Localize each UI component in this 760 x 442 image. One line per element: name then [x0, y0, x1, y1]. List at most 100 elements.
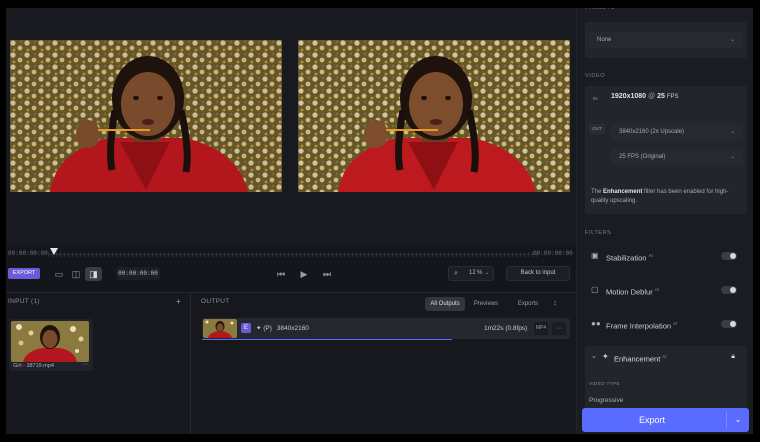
input-panel: INPUT (1) + Girl - 38719.mp4 ···: [6, 292, 190, 434]
output-thumbnail: [203, 319, 237, 338]
zoom-control[interactable]: ⌕ 12 % ⌄: [448, 266, 494, 281]
input-at: @: [648, 93, 656, 100]
chevron-down-icon: ⌄: [729, 154, 735, 160]
filter-label: Motion Deblur AI: [606, 287, 659, 297]
input-file-card[interactable]: Girl - 38719.mp4 ···: [9, 319, 93, 371]
timeline-track[interactable]: [48, 254, 538, 255]
export-button[interactable]: Export ⌄: [582, 408, 749, 432]
output-resolution: 3840x2160: [276, 325, 309, 332]
timeline-end-time: 00:00:00:00: [533, 250, 573, 257]
tab-previews[interactable]: Previews: [467, 297, 505, 311]
ai-sparkle-icon: ✦: [256, 325, 262, 332]
timeline: 00:00:00:00 00:00:00:00 EXPORT ▭ ◫ ◨ 00:…: [6, 244, 576, 292]
screen-frame-right: [753, 0, 760, 442]
input-thumbnail-image: [11, 321, 89, 362]
chevron-down-icon[interactable]: ⌄: [730, 408, 746, 432]
video-type-value[interactable]: Progressive: [589, 397, 623, 404]
enhancement-card: ⌄ ✦ Enhancement AI 🔒︎ VIDEO TYPE Progress…: [585, 346, 747, 412]
add-input-button[interactable]: +: [176, 297, 181, 306]
preset-dropdown[interactable]: None ⌄: [589, 32, 743, 48]
note-bold: Enhancement: [603, 189, 643, 195]
output-panel: OUTPUT All Outputs Previews Exports ↕ E …: [190, 292, 576, 434]
enhancement-header[interactable]: ⌄ ✦ Enhancement AI 🔒︎: [585, 346, 747, 368]
output-format-badge[interactable]: MP4: [534, 322, 548, 335]
motion-deblur-icon: ▢: [591, 285, 599, 294]
input-video-info: 1920x1080 @ 25 FPS: [611, 93, 678, 100]
stabilization-icon: ▣: [591, 251, 599, 260]
output-duration: 1m22s (0.8fps): [484, 325, 528, 332]
zoom-icon: ⌕: [454, 270, 458, 277]
filter-frame-interpolation[interactable]: ●● Frame Interpolation AI: [585, 312, 747, 336]
output-tag: OUT: [589, 124, 605, 134]
input-video-frame: [10, 40, 282, 192]
note-prefix: The: [591, 189, 602, 195]
settings-sidebar: PRESETS None ⌄ VIDEO IN 1920x1080 @ 25 F…: [576, 5, 753, 434]
play-icon[interactable]: ▶: [297, 267, 311, 281]
input-thumbnail: [11, 321, 89, 362]
export-button-label: Export: [638, 415, 665, 425]
tab-exports[interactable]: Exports: [509, 297, 547, 311]
input-file-name: Girl - 38719.mp4: [13, 363, 54, 369]
enhancement-sparkle-icon: ✦: [602, 352, 609, 361]
output-resolution-dropdown[interactable]: 3840x2160 (2x Upscale) ⌄: [611, 124, 743, 140]
screen-frame-left: [0, 0, 6, 442]
input-fps-unit: FPS: [666, 94, 679, 100]
video-section-label: VIDEO: [585, 73, 606, 79]
input-tag: IN: [593, 96, 598, 101]
side-by-side-view-icon[interactable]: ◨: [85, 267, 102, 281]
sort-icon[interactable]: ↕: [549, 297, 561, 311]
output-fps-dropdown[interactable]: 25 FPS (Original) ⌄: [611, 149, 743, 165]
more-options-icon[interactable]: ···: [82, 361, 89, 368]
output-fps-value: 25 FPS (Original): [619, 154, 666, 160]
filter-label: Frame Interpolation AI: [606, 321, 678, 331]
lock-icon: 🔒︎: [731, 353, 735, 360]
video-card: IN 1920x1080 @ 25 FPS OUT 3840x2160 (2x …: [585, 86, 747, 214]
output-more-button[interactable]: ···: [552, 322, 566, 335]
motion-deblur-toggle[interactable]: [721, 286, 737, 294]
frame-interpolation-toggle[interactable]: [721, 320, 737, 328]
enhancement-note: The Enhancement filter has been enabled …: [591, 188, 741, 205]
zoom-value: 12: [469, 270, 476, 276]
frame-interpolation-icon: ●●: [591, 319, 601, 328]
output-panel-title: OUTPUT: [201, 298, 230, 305]
input-video-preview[interactable]: [10, 40, 282, 192]
output-resolution-value: 3840x2160 (2x Upscale): [619, 129, 685, 135]
stabilization-toggle[interactable]: [721, 252, 737, 260]
filter-stabilization[interactable]: ▣ Stabilization AI: [585, 244, 747, 268]
export-range-tag[interactable]: EXPORT: [8, 268, 40, 279]
tab-all-outputs[interactable]: All Outputs: [425, 297, 465, 311]
next-frame-icon[interactable]: ⏭: [320, 267, 334, 281]
app-window: 00:00:00:00 00:00:00:00 EXPORT ▭ ◫ ◨ 00:…: [0, 0, 760, 442]
zoom-unit: %: [477, 270, 483, 276]
timecode-field[interactable]: 00:00:00:00: [116, 267, 160, 280]
input-resolution: 1920x1080: [611, 93, 647, 100]
screen-frame-top: [0, 0, 760, 8]
single-view-icon[interactable]: ▭: [52, 267, 66, 281]
output-thumbnail-image: [203, 319, 237, 338]
chevron-down-icon: ⌄: [729, 129, 735, 135]
preset-value: None: [597, 37, 612, 43]
chevron-down-icon: ⌄: [591, 353, 597, 360]
playhead[interactable]: [50, 248, 58, 255]
video-type-label: VIDEO TYPE: [589, 381, 620, 386]
output-progress-bar: [202, 339, 452, 340]
output-video-preview[interactable]: [298, 40, 570, 192]
previous-frame-icon[interactable]: ⏮: [274, 267, 288, 281]
input-panel-title: INPUT (1): [8, 298, 40, 305]
split-view-icon[interactable]: ◫: [69, 267, 83, 281]
timeline-start-time: 00:00:00:00: [8, 250, 48, 257]
output-model-label: ✦ (P) 3840x2160: [256, 318, 309, 339]
output-video-frame: [298, 40, 570, 192]
screen-frame-bottom: [0, 434, 760, 442]
output-row[interactable]: E ✦ (P) 3840x2160 1m22s (0.8fps) MP4 ···: [202, 318, 570, 339]
filter-motion-deblur[interactable]: ▢ Motion Deblur AI: [585, 278, 747, 302]
export-separator: [726, 412, 727, 428]
preview-area: [6, 8, 576, 244]
playback-controls: EXPORT ▭ ◫ ◨ 00:00:00:00 ⏮ ▶ ⏭ ⌕ 12 % ⌄ …: [6, 265, 576, 283]
enhancement-badge: E: [241, 323, 251, 333]
filter-label: Stabilization AI: [606, 253, 653, 263]
chevron-down-icon: ⌄: [484, 270, 489, 276]
back-to-input-button[interactable]: Back to input: [506, 266, 570, 281]
input-fps: 25: [657, 93, 665, 100]
enhancement-label: Enhancement AI: [614, 354, 667, 364]
